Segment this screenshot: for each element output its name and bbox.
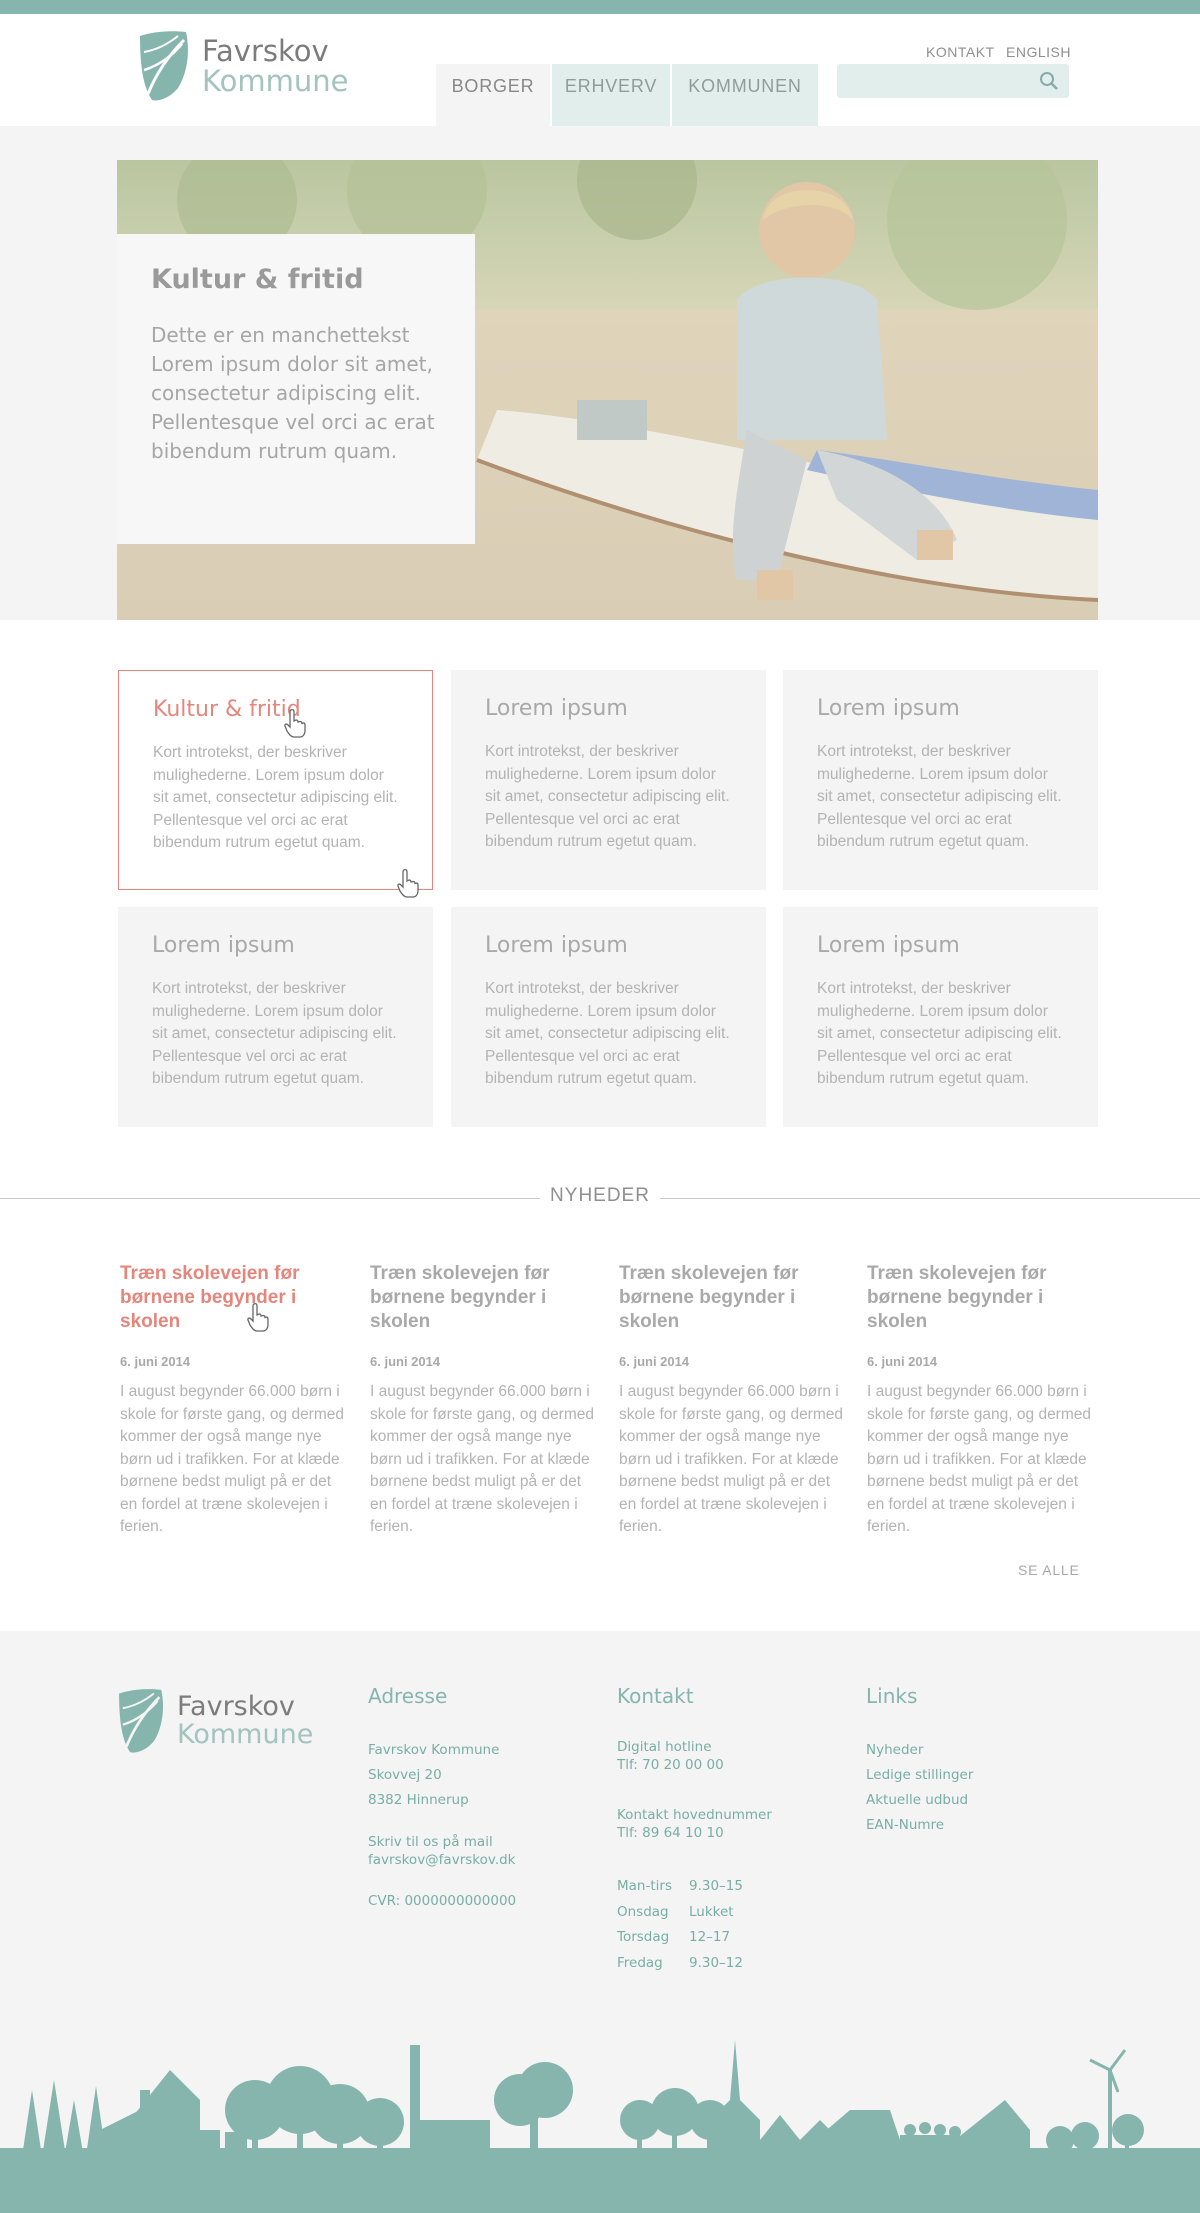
footer-address: Adresse Favrskov Kommune Skovvej 20 8382…: [368, 1684, 516, 1914]
hotline-phone: Tlf: 70 20 00 00: [617, 1757, 724, 1773]
opening-hours-row: Man-tirs 9.30–15: [617, 1874, 772, 1900]
card-lorem-ipsum[interactable]: Lorem ipsum Kort introtekst, der beskriv…: [783, 907, 1098, 1127]
hotline-label: Digital hotline: [617, 1739, 712, 1755]
news-item[interactable]: Træn skolevejen før børnene begynder i s…: [120, 1262, 352, 1539]
footer-link-aktuelle-udbud[interactable]: Aktuelle udbud: [866, 1788, 973, 1813]
footer-contact-heading: Kontakt: [617, 1684, 694, 1708]
card-text: Kort introtekst, der beskriver mulighede…: [485, 743, 730, 850]
card-lorem-ipsum[interactable]: Lorem ipsum Kort introtekst, der beskriv…: [451, 907, 766, 1127]
opening-hours-row: Fredag 9.30–12: [617, 1951, 772, 1977]
top-accent-bar: [0, 0, 1200, 14]
card-text: Kort introtekst, der beskriver mulighede…: [153, 744, 398, 851]
news-divider-right: [660, 1198, 1200, 1199]
news-date: 6. juni 2014: [120, 1354, 191, 1369]
news-heading: NYHEDER: [550, 1185, 650, 1206]
news-text: I august begynder 66.000 børn i skole fo…: [619, 1383, 844, 1535]
hours-day: Fredag: [617, 1954, 663, 1971]
english-link[interactable]: ENGLISH: [1006, 44, 1071, 60]
footer-contact: Kontakt Digital hotline Tlf: 70 20 00 00…: [617, 1684, 772, 1976]
hours-time: 12–17: [689, 1929, 731, 1945]
address-street: Skovvej 20: [368, 1767, 442, 1783]
site-logo[interactable]: Favrskov Kommune: [138, 30, 348, 102]
hero-title: Kultur & fritid: [151, 264, 364, 295]
card-title: Lorem ipsum: [485, 933, 628, 958]
news-item[interactable]: Træn skolevejen før børnene begynder i s…: [619, 1262, 851, 1539]
card-title: Kultur & fritid: [153, 697, 301, 722]
card-text: Kort introtekst, der beskriver mulighede…: [152, 980, 397, 1087]
town-skyline-illustration: [0, 2040, 1200, 2213]
logo-line-2: Kommune: [202, 64, 349, 98]
hours-day: Torsdag: [617, 1929, 670, 1945]
hours-time: 9.30–15: [689, 1878, 743, 1894]
search-icon[interactable]: [1039, 71, 1059, 91]
news-date: 6. juni 2014: [619, 1354, 690, 1369]
main-phone-label: Kontakt hovednummer: [617, 1807, 772, 1823]
nav-item-kommunen[interactable]: KOMMUNEN: [672, 64, 818, 126]
mail-label: Skriv til os på mail: [368, 1834, 493, 1850]
news-title: Træn skolevejen før børnene begynder i s…: [120, 1263, 300, 1332]
main-nav: BORGER ERHVERV KOMMUNEN: [436, 64, 820, 126]
logo-line-1: Favrskov: [177, 1690, 295, 1722]
news-date: 6. juni 2014: [867, 1354, 938, 1369]
address-city: 8382 Hinnerup: [368, 1792, 469, 1808]
logo-line-1: Favrskov: [202, 33, 329, 68]
hand-cursor-icon: [397, 868, 419, 898]
news-date: 6. juni 2014: [370, 1354, 441, 1369]
news-title: Træn skolevejen før børnene begynder i s…: [867, 1263, 1047, 1332]
logo-leaf-icon: [119, 1689, 164, 1753]
footer-links: Links Nyheder Ledige stillinger Aktuelle…: [866, 1684, 973, 1838]
card-text: Kort introtekst, der beskriver mulighede…: [485, 980, 730, 1087]
news-text: I august begynder 66.000 børn i skole fo…: [867, 1383, 1092, 1535]
opening-hours-row: Torsdag 12–17: [617, 1925, 772, 1951]
card-lorem-ipsum[interactable]: Lorem ipsum Kort introtekst, der beskriv…: [783, 670, 1098, 890]
card-kultur-fritid[interactable]: Kultur & fritid Kort introtekst, der bes…: [118, 670, 433, 890]
hand-cursor-icon: [247, 1302, 269, 1332]
search-input[interactable]: [837, 64, 1069, 98]
footer-logo[interactable]: Favrskov Kommune: [117, 1688, 313, 1754]
card-text: Kort introtekst, der beskriver mulighede…: [817, 980, 1062, 1087]
footer-links-heading: Links: [866, 1684, 918, 1708]
mail-link[interactable]: favrskov@favrskov.dk: [368, 1851, 516, 1869]
hours-day: Onsdag: [617, 1903, 669, 1920]
nav-item-borger[interactable]: BORGER: [436, 64, 550, 126]
main-phone: Tlf: 89 64 10 10: [617, 1825, 724, 1841]
news-title: Træn skolevejen før børnene begynder i s…: [619, 1263, 799, 1332]
hero-teaser: Kultur & fritid Dette er en manchettekst…: [117, 234, 475, 544]
card-title: Lorem ipsum: [485, 696, 628, 721]
news-text: I august begynder 66.000 børn i skole fo…: [120, 1383, 345, 1535]
hero-text: Dette er en manchettekst Lorem ipsum dol…: [151, 323, 435, 463]
footer-link-ean-numre[interactable]: EAN-Numre: [866, 1813, 973, 1838]
logo-line-2: Kommune: [177, 1719, 314, 1750]
news-item[interactable]: Træn skolevejen før børnene begynder i s…: [867, 1262, 1099, 1539]
card-lorem-ipsum[interactable]: Lorem ipsum Kort introtekst, der beskriv…: [451, 670, 766, 890]
address-name: Favrskov Kommune: [368, 1742, 500, 1758]
hand-cursor-icon: [284, 708, 306, 738]
news-title: Træn skolevejen før børnene begynder i s…: [370, 1263, 550, 1332]
footer-link-nyheder[interactable]: Nyheder: [866, 1738, 973, 1763]
opening-hours-row: Onsdag Lukket: [617, 1900, 772, 1926]
footer-address-heading: Adresse: [368, 1684, 448, 1708]
card-title: Lorem ipsum: [817, 696, 960, 721]
card-title: Lorem ipsum: [152, 933, 295, 958]
card-title: Lorem ipsum: [817, 933, 960, 958]
news-text: I august begynder 66.000 børn i skole fo…: [370, 1383, 595, 1535]
cvr-number: CVR: 0000000000000: [368, 1893, 517, 1909]
news-item[interactable]: Træn skolevejen før børnene begynder i s…: [370, 1262, 602, 1539]
news-divider-left: [0, 1198, 540, 1199]
card-lorem-ipsum[interactable]: Lorem ipsum Kort introtekst, der beskriv…: [118, 907, 433, 1127]
contact-link[interactable]: KONTAKT: [926, 44, 995, 60]
see-all-news-link[interactable]: SE ALLE: [1018, 1562, 1080, 1578]
footer-link-ledige-stillinger[interactable]: Ledige stillinger: [866, 1763, 973, 1788]
hours-time: Lukket: [689, 1903, 734, 1920]
nav-item-erhverv[interactable]: ERHVERV: [552, 64, 670, 126]
hours-time: 9.30–12: [689, 1954, 743, 1971]
hours-day: Man-tirs: [617, 1878, 672, 1894]
card-text: Kort introtekst, der beskriver mulighede…: [817, 743, 1062, 850]
logo-leaf-icon: [140, 31, 188, 101]
